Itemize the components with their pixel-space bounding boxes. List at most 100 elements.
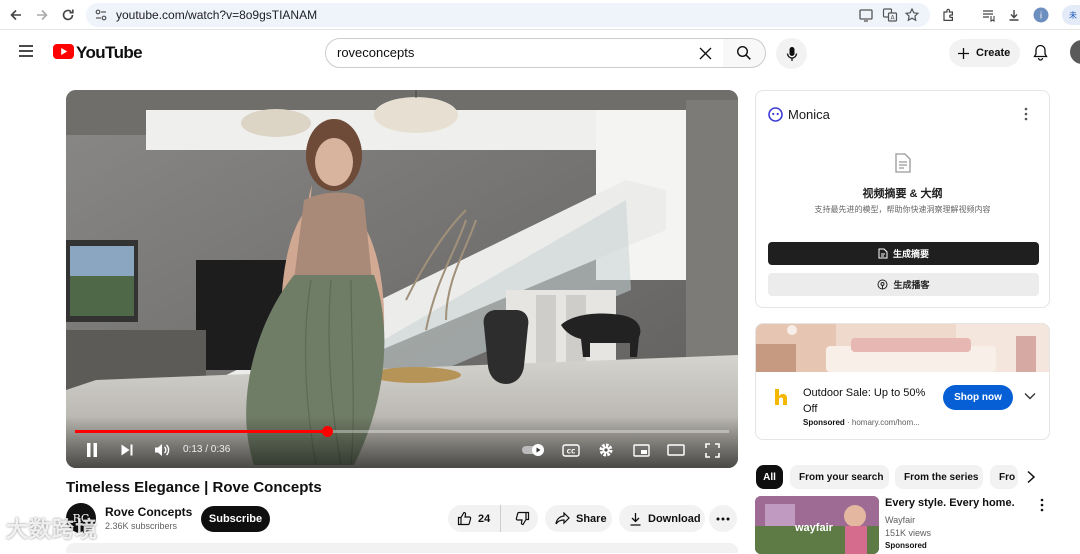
- monica-subheading: 支持最先进的模型，帮助你快速洞察理解视频内容: [814, 205, 991, 214]
- video-frame: [66, 90, 738, 468]
- sponsored-ad-card[interactable]: Outdoor Sale: Up to 50% Off Sponsored · …: [755, 323, 1050, 440]
- create-label: Create: [976, 47, 1011, 59]
- forward-icon[interactable]: [32, 5, 52, 25]
- ad-domain: homary.com/hom...: [851, 418, 920, 427]
- youtube-logo-text[interactable]: YouTube: [76, 43, 143, 63]
- ad-image[interactable]: [756, 324, 1049, 372]
- download-icon[interactable]: [1004, 5, 1024, 25]
- back-icon[interactable]: [6, 5, 26, 25]
- site-info-icon[interactable]: [94, 8, 108, 22]
- generate-summary-button[interactable]: 生成摘要: [768, 242, 1039, 265]
- address-bar[interactable]: youtube.com/watch?v=8o9gsTIANAM A: [86, 3, 930, 27]
- extensions-icon[interactable]: [938, 5, 958, 25]
- chip-from-the-series[interactable]: From the series: [895, 465, 983, 489]
- notifications-bell-icon[interactable]: [1033, 44, 1048, 61]
- like-count: 24: [478, 512, 491, 525]
- settings-gear-icon[interactable]: [596, 440, 616, 460]
- svg-text:i: i: [1040, 12, 1043, 22]
- wayfair-thumb-brand: wayfair: [795, 522, 833, 534]
- like-dislike-group: 24: [448, 505, 538, 532]
- search-input[interactable]: [337, 45, 677, 60]
- search-box[interactable]: [325, 38, 724, 68]
- volume-icon[interactable]: [151, 440, 173, 460]
- channel-name[interactable]: Rove Concepts: [105, 505, 192, 519]
- bookmark-star-icon[interactable]: [904, 7, 920, 23]
- chevron-right-icon[interactable]: [1026, 470, 1036, 484]
- create-button[interactable]: Create: [949, 39, 1020, 67]
- scrubber-handle[interactable]: [321, 426, 333, 437]
- reload-icon[interactable]: [58, 5, 78, 25]
- recommendation-channel[interactable]: Wayfair: [885, 515, 915, 525]
- user-avatar[interactable]: [1070, 40, 1080, 64]
- share-arrow-icon: [555, 512, 570, 525]
- video-player[interactable]: 0:13 / 0:36 CC: [66, 90, 738, 468]
- summary-doc-icon: [878, 248, 888, 259]
- captions-icon[interactable]: CC: [560, 440, 582, 460]
- dislike-button[interactable]: [507, 505, 538, 532]
- plus-icon: [957, 47, 970, 60]
- theater-mode-icon[interactable]: [666, 440, 686, 460]
- fullscreen-icon[interactable]: [702, 440, 722, 460]
- download-arrow-icon: [629, 512, 642, 526]
- search-icon: [736, 45, 752, 61]
- download-label: Download: [648, 512, 701, 525]
- generate-podcast-button[interactable]: 生成播客: [768, 273, 1039, 296]
- watermark: 大数跨境: [6, 517, 99, 542]
- shop-now-button[interactable]: Shop now: [943, 385, 1013, 410]
- progress-bar[interactable]: [75, 426, 729, 437]
- browser-lang-badge[interactable]: 未: [1062, 5, 1080, 25]
- cast-icon[interactable]: [858, 7, 874, 23]
- share-button[interactable]: Share: [545, 505, 612, 532]
- recommendation-more-icon[interactable]: [1040, 498, 1044, 512]
- ad-title[interactable]: Outdoor Sale: Up to 50% Off: [803, 385, 938, 417]
- monica-brand: Monica: [788, 107, 830, 122]
- ad-sponsored-label: Sponsored: [803, 418, 845, 427]
- pause-icon[interactable]: [82, 440, 102, 460]
- browser-toolbar: youtube.com/watch?v=8o9gsTIANAM A i 未: [0, 0, 1080, 30]
- profile-avatar-icon[interactable]: i: [1031, 5, 1051, 25]
- chip-all[interactable]: All: [756, 465, 783, 489]
- recommendation-title[interactable]: Every style. Every home.: [885, 497, 1015, 509]
- menu-icon[interactable]: [18, 44, 34, 58]
- monica-logo-icon: [768, 107, 783, 122]
- recommendation-views: 151K views: [885, 528, 932, 538]
- monica-heading: 视频摘要 & 大纲: [862, 188, 943, 200]
- progress-played: [75, 430, 327, 433]
- share-label: Share: [576, 512, 607, 525]
- url-text: youtube.com/watch?v=8o9gsTIANAM: [116, 8, 318, 22]
- recommendation-thumbnail[interactable]: wayfair: [755, 496, 879, 554]
- chip-truncated[interactable]: Fro: [990, 465, 1018, 489]
- miniplayer-icon[interactable]: [631, 440, 651, 460]
- video-title: Timeless Elegance | Rove Concepts: [66, 479, 322, 496]
- voice-search-button[interactable]: [776, 38, 807, 69]
- subscribe-button[interactable]: Subscribe: [201, 506, 270, 532]
- chevron-down-icon[interactable]: [1024, 392, 1036, 400]
- download-button[interactable]: Download: [619, 505, 705, 532]
- autoplay-toggle[interactable]: [521, 440, 547, 460]
- clear-search-icon[interactable]: [698, 46, 713, 61]
- like-button[interactable]: 24: [448, 505, 501, 532]
- podcast-icon: [877, 279, 888, 290]
- bedroom-scene: [756, 324, 1049, 372]
- document-summary-icon: [894, 153, 912, 173]
- youtube-logo-icon[interactable]: [53, 44, 74, 59]
- thumbs-up-icon: [457, 511, 472, 526]
- subscriber-count: 2.36K subscribers: [105, 521, 178, 531]
- youtube-header: YouTube Create: [0, 30, 1080, 76]
- monica-more-icon[interactable]: [1024, 107, 1028, 121]
- reading-list-icon[interactable]: [978, 5, 998, 25]
- time-display: 0:13 / 0:36: [183, 444, 231, 455]
- description-box[interactable]: [66, 543, 738, 553]
- more-horizontal-icon: [716, 517, 730, 521]
- microphone-icon: [786, 46, 798, 62]
- next-video-icon[interactable]: [117, 440, 137, 460]
- search-button[interactable]: [723, 38, 766, 68]
- generate-podcast-label: 生成播客: [893, 280, 930, 290]
- thumbs-down-icon: [515, 511, 530, 526]
- monica-panel: Monica 视频摘要 & 大纲 支持最先进的模型，帮助你快速洞察理解视频内容 …: [755, 90, 1050, 308]
- svg-text:CC: CC: [567, 448, 576, 455]
- translate-icon[interactable]: A: [882, 7, 898, 23]
- generate-summary-label: 生成摘要: [892, 249, 929, 259]
- more-actions-button[interactable]: [709, 505, 737, 532]
- chip-from-your-search[interactable]: From your search: [790, 465, 889, 489]
